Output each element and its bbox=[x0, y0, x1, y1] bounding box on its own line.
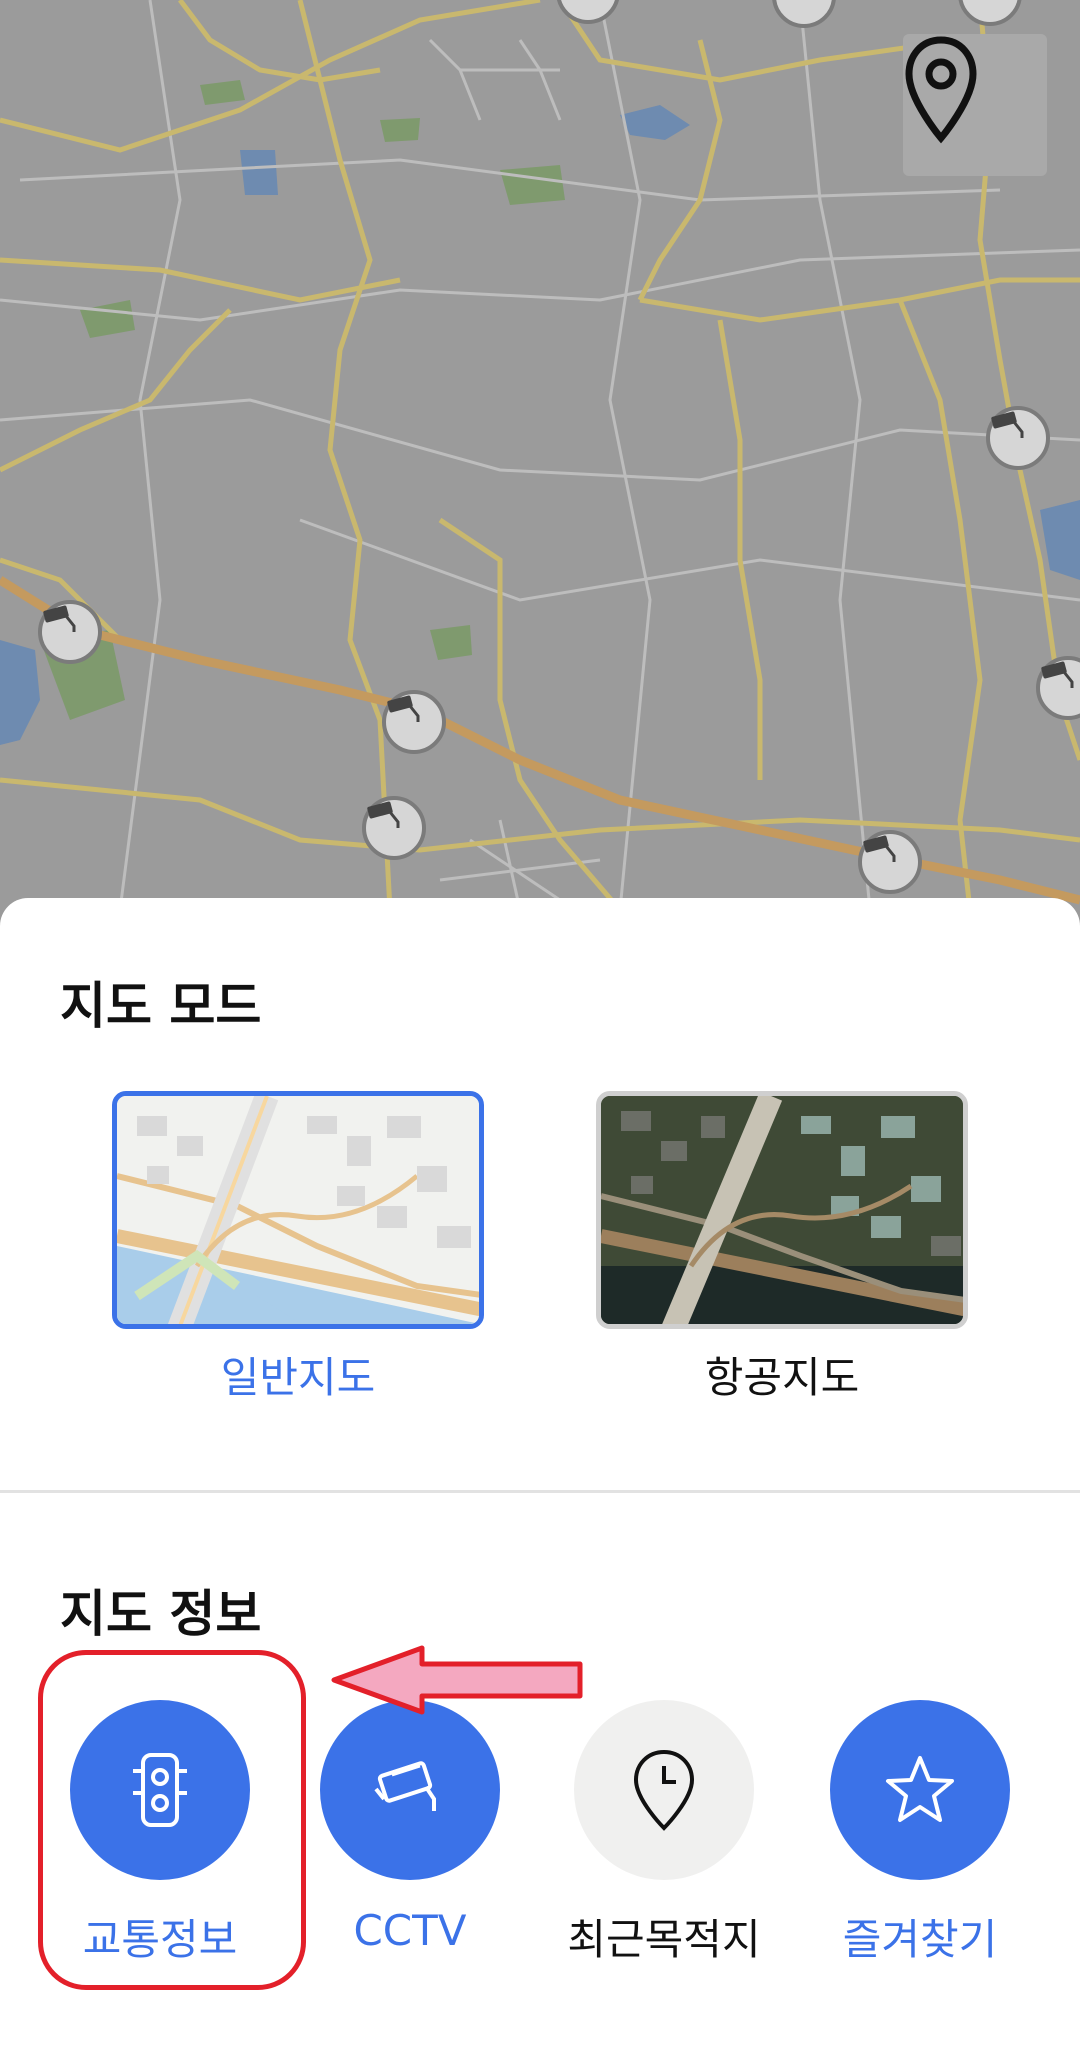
cctv-icon bbox=[1041, 661, 1074, 688]
cctv-button[interactable] bbox=[320, 1700, 500, 1880]
mode-label-normal-map[interactable]: 일반지도 bbox=[112, 1344, 484, 1405]
mode-label-aerial-map[interactable]: 항공지도 bbox=[596, 1344, 968, 1405]
cctv-icon bbox=[367, 801, 400, 828]
cctv-marker[interactable] bbox=[986, 406, 1050, 470]
recent-destinations-label[interactable]: 최근목적지 bbox=[534, 1906, 794, 1967]
star-icon bbox=[886, 1756, 954, 1822]
mode-card-aerial-map[interactable] bbox=[596, 1091, 968, 1329]
cctv-icon bbox=[991, 411, 1024, 438]
cctv-marker[interactable] bbox=[362, 796, 426, 860]
cctv-marker[interactable] bbox=[858, 830, 922, 894]
annotation-highlight-box bbox=[38, 1650, 306, 1990]
mode-card-normal-map[interactable] bbox=[112, 1091, 484, 1329]
cctv-icon bbox=[387, 695, 420, 722]
map-view[interactable] bbox=[0, 0, 1080, 910]
cctv-icon bbox=[863, 835, 896, 862]
cctv-icon bbox=[43, 605, 76, 632]
location-button[interactable] bbox=[903, 34, 1047, 176]
annotation-arrow bbox=[331, 1645, 583, 1715]
cctv-icon bbox=[374, 1761, 436, 1811]
favorites-button[interactable] bbox=[830, 1700, 1010, 1880]
aerial-map-thumbnail bbox=[601, 1096, 963, 1324]
map-mode-title: 지도 모드 bbox=[60, 977, 262, 1035]
clock-pin-icon bbox=[633, 1749, 695, 1831]
favorites-label[interactable]: 즐겨찾기 bbox=[790, 1906, 1050, 1967]
normal-map-thumbnail bbox=[117, 1096, 479, 1324]
map-info-title: 지도 정보 bbox=[60, 1585, 262, 1643]
cctv-marker[interactable] bbox=[382, 690, 446, 754]
cctv-marker[interactable] bbox=[38, 600, 102, 664]
location-pin-icon bbox=[905, 36, 977, 144]
cctv-label[interactable]: CCTV bbox=[280, 1906, 540, 1955]
recent-destinations-button[interactable] bbox=[574, 1700, 754, 1880]
section-divider bbox=[0, 1490, 1080, 1493]
